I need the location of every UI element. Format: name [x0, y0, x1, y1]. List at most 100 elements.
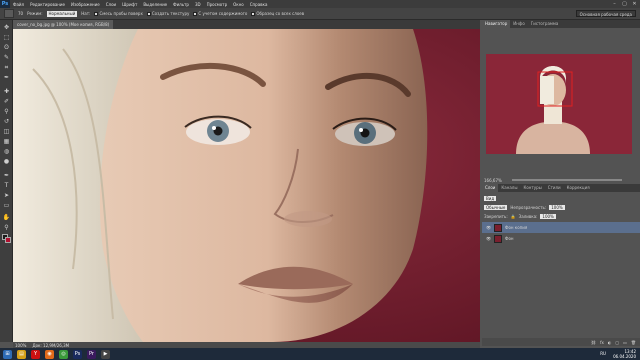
move-tool-icon[interactable]: ✥	[2, 24, 11, 32]
workspace-select[interactable]: Основная рабочая среда	[575, 10, 636, 17]
premiere-icon[interactable]: Pr	[87, 349, 96, 359]
photoshop-icon[interactable]: Ps	[73, 349, 82, 359]
menu-item[interactable]: Просмотр	[204, 2, 231, 7]
layer-actions: ⛓ fx ◐ ▢ ▭ 🗑	[482, 338, 640, 346]
type-tool-icon[interactable]: T	[2, 182, 11, 190]
history-brush-tool-icon[interactable]: ↺	[2, 118, 11, 126]
layer-lock-row: Закрепить: 🔒 Заливка: 100%	[484, 212, 634, 220]
flow-label: Нат:	[81, 11, 91, 16]
tab-paths[interactable]: Контуры	[520, 184, 544, 192]
minimize-button[interactable]: –	[611, 1, 618, 7]
menu-item[interactable]: Фильтр	[170, 2, 192, 7]
opacity-input[interactable]: 100%	[549, 204, 565, 210]
start-icon[interactable]: ⊞	[3, 349, 12, 359]
photoshop-window: Ps Файл Редактирование Изображение Слои Шриф…	[0, 0, 640, 360]
explorer-icon[interactable]: ▤	[17, 349, 26, 359]
tab-styles[interactable]: Стили	[545, 184, 564, 192]
marquee-tool-icon[interactable]: ⬚	[2, 34, 11, 42]
taskbar: ⊞ ▤ Y ◉ ◎ Ps Pr ▶ 13:42 06.04.2020 RU	[0, 348, 640, 360]
language-indicator[interactable]: RU	[600, 351, 606, 356]
tab-info[interactable]: Инфо	[510, 20, 527, 28]
menu-item[interactable]: Выделение	[140, 2, 170, 7]
new-layer-icon[interactable]: ▭	[623, 340, 627, 345]
link-layers-icon[interactable]: ⛓	[591, 340, 596, 345]
navigator-zoom[interactable]: 166,67%	[484, 178, 502, 183]
pen-tool-icon[interactable]: ✒	[2, 172, 11, 180]
menu-item[interactable]: Шрифт	[119, 2, 140, 7]
layer-blend-row: Обычные Непрозрачность: 100%	[484, 203, 634, 211]
fill-input[interactable]: 100%	[540, 213, 556, 219]
layer-mask-icon[interactable]: ▢	[615, 340, 619, 345]
zoom-level[interactable]: 100%	[15, 343, 26, 348]
tab-channels[interactable]: Каналы	[498, 184, 520, 192]
eye-icon[interactable]: 👁	[486, 236, 491, 241]
blur-tool-icon[interactable]: ◍	[2, 148, 11, 156]
quick-select-tool-icon[interactable]: ✎	[2, 54, 11, 62]
system-tray[interactable]: 13:42 06.04.2020	[613, 349, 636, 359]
gradient-tool-icon[interactable]: ▦	[2, 138, 11, 146]
right-panels: Навигатор Инфо Гистограмма 166,67% Слои …	[482, 20, 640, 348]
sample-check[interactable]: Смесь пробы поверх	[94, 11, 143, 16]
menu-item[interactable]: Слои	[103, 2, 119, 7]
options-bar: 70 Режим: Нормальный Нат: Смесь пробы по…	[0, 8, 640, 20]
lock-label: Закрепить:	[484, 213, 508, 219]
menu-item[interactable]: 3D	[192, 2, 204, 7]
blend-mode-select[interactable]: Обычные	[484, 204, 508, 210]
document-info[interactable]: Док: 12,9M/26,3M	[32, 343, 69, 348]
maximize-button[interactable]: ▢	[621, 1, 628, 7]
menu-item[interactable]: Изображение	[68, 2, 103, 7]
navigator-preview[interactable]	[486, 54, 632, 154]
firefox-icon[interactable]: ◉	[45, 349, 54, 359]
all-layers-label: Образец со всех слоев	[256, 11, 305, 16]
tab-layers[interactable]: Слои	[482, 184, 499, 192]
healing-brush-tool-icon[interactable]: ✚	[2, 88, 11, 96]
layer-filter-select[interactable]: Вид	[484, 195, 497, 201]
layers-tabs: Слои Каналы Контуры Стили Коррекция	[482, 184, 640, 192]
path-select-tool-icon[interactable]: ➤	[2, 192, 11, 200]
eye-icon[interactable]: 👁	[486, 225, 491, 230]
menu-item[interactable]: Файл	[10, 2, 27, 7]
clone-stamp-tool-icon[interactable]: ⚲	[2, 108, 11, 116]
chrome-icon[interactable]: ◎	[59, 349, 68, 359]
opacity-label: Непрозрачность:	[510, 204, 547, 210]
document-tab[interactable]: cover_no_bg.jpg @ 100% (Мое копия, RGB/8…	[13, 20, 114, 29]
eyedropper-tool-icon[interactable]: ✒	[2, 74, 11, 82]
fill-label: Заливка:	[518, 213, 538, 219]
document-canvas[interactable]	[13, 29, 480, 342]
tab-histogram[interactable]: Гистограмма	[528, 20, 562, 28]
navigator-tabs: Навигатор Инфо Гистограмма	[482, 20, 640, 28]
tool-preset-picker[interactable]	[4, 9, 14, 18]
layer-row[interactable]: 👁 Фон	[482, 233, 640, 244]
eraser-tool-icon[interactable]: ◫	[2, 128, 11, 136]
tab-navigator[interactable]: Навигатор	[482, 20, 511, 28]
layer-style-icon[interactable]: fx	[600, 340, 604, 345]
dodge-tool-icon[interactable]: ●	[2, 158, 11, 166]
media-icon[interactable]: ▶	[101, 349, 110, 359]
layer-thumbnail	[494, 223, 502, 232]
photoshop-logo: Ps	[0, 0, 10, 8]
tab-adjustments[interactable]: Коррекция	[564, 184, 593, 192]
crop-tool-icon[interactable]: ⌗	[2, 64, 11, 72]
zoom-tool-icon[interactable]: ⚲	[2, 224, 11, 232]
texture-check[interactable]: Создать текстуру	[146, 11, 189, 16]
navigator-zoom-slider[interactable]	[512, 179, 622, 181]
close-button[interactable]: ✕	[631, 1, 638, 7]
mode-select[interactable]: Нормальный	[46, 10, 78, 17]
layer-row[interactable]: 👁 Фон копия	[482, 222, 640, 233]
adjustment-layer-icon[interactable]: ◐	[608, 340, 612, 345]
delete-layer-icon[interactable]: 🗑	[631, 340, 636, 345]
menu-item[interactable]: Окно	[230, 2, 247, 7]
brush-size[interactable]: 70	[18, 11, 23, 16]
shape-tool-icon[interactable]: ▭	[2, 202, 11, 210]
menu-item[interactable]: Справка	[247, 2, 271, 7]
lasso-tool-icon[interactable]: ʘ	[2, 44, 11, 52]
portrait-image	[13, 29, 480, 342]
yandex-icon[interactable]: Y	[31, 349, 40, 359]
brush-tool-icon[interactable]: ✐	[2, 98, 11, 106]
content-aware-check[interactable]: С учетом содержимого	[193, 11, 247, 16]
lock-icon[interactable]: 🔒	[511, 214, 516, 219]
hand-tool-icon[interactable]: ✋	[2, 214, 11, 222]
all-layers-check[interactable]: Образец со всех слоев	[251, 11, 304, 16]
background-color-swatch[interactable]	[5, 237, 11, 243]
menu-item[interactable]: Редактирование	[27, 2, 68, 7]
